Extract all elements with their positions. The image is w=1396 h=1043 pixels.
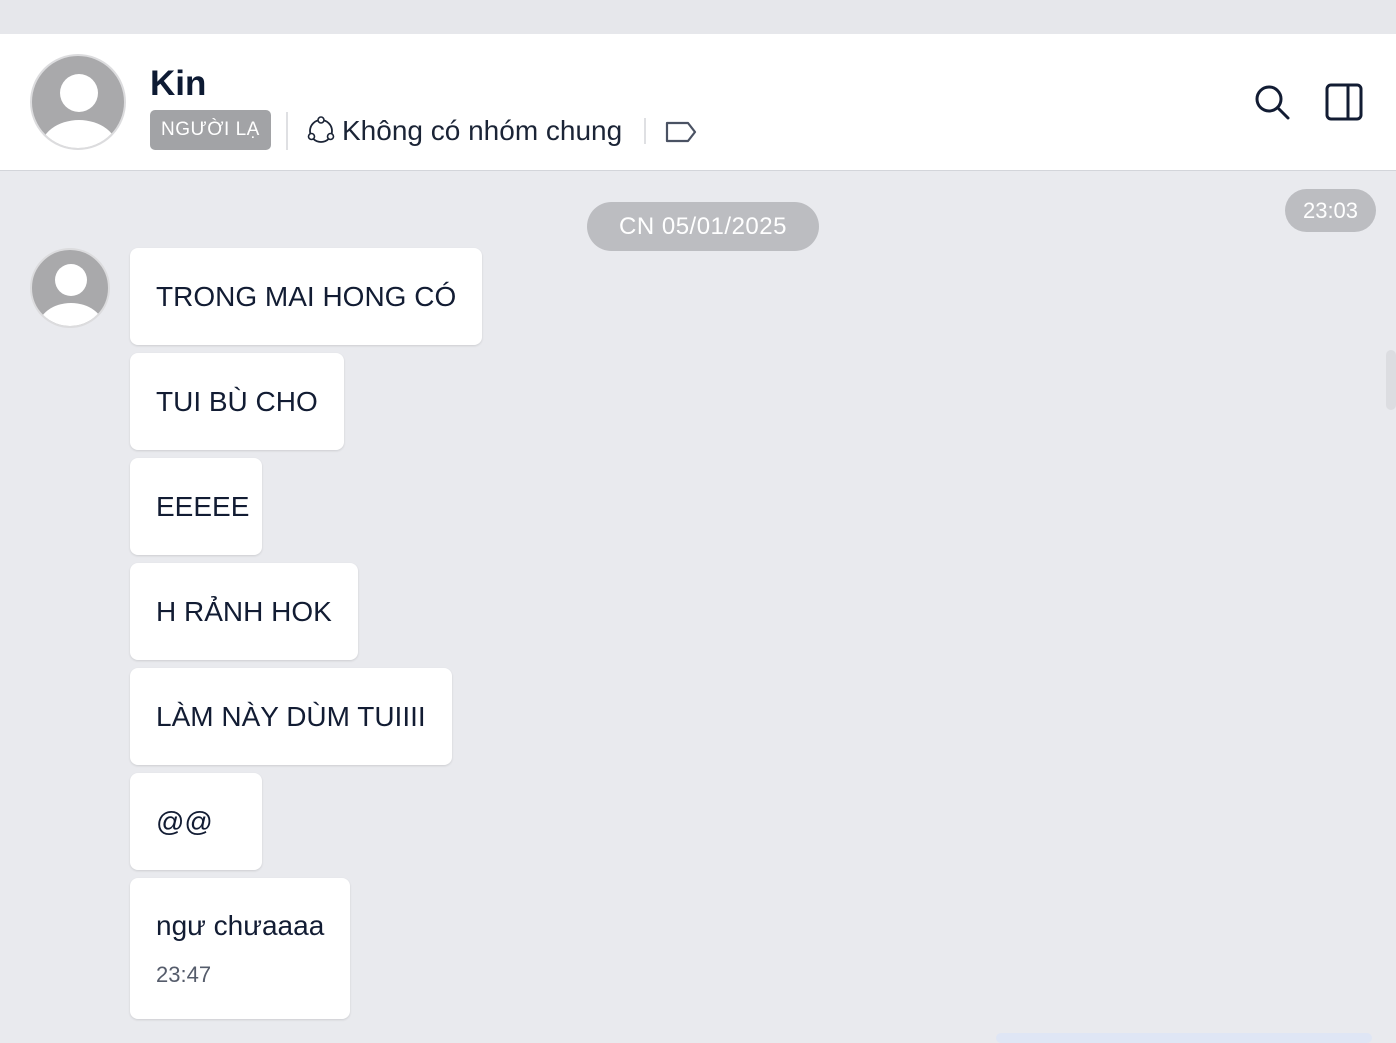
message-time: 23:47 [156, 962, 212, 987]
avatar-body [38, 303, 104, 326]
panel-toggle-icon[interactable] [1324, 82, 1364, 122]
contact-avatar[interactable] [30, 54, 126, 150]
stranger-badge: NGƯỜI LẠ [150, 110, 271, 150]
common-groups-label[interactable]: Không có nhóm chung [342, 114, 622, 148]
date-separator: CN 05/01/2025 [587, 202, 819, 251]
sender-avatar[interactable] [30, 248, 110, 328]
message-bubble[interactable]: EEEEE [130, 458, 262, 555]
message-bubble[interactable]: ngư chưaaaa 23:47 [130, 878, 351, 1019]
message-bubble[interactable]: TRONG MAI HONG CÓ [130, 248, 483, 345]
message-bubble[interactable]: TUI BÙ CHO [130, 353, 344, 450]
avatar-head [60, 74, 98, 112]
contact-name[interactable]: Kin [150, 64, 206, 104]
next-message-peek [996, 1033, 1372, 1043]
scrollbar-handle[interactable] [1386, 350, 1396, 410]
search-icon[interactable] [1252, 82, 1292, 122]
avatar-body [40, 120, 118, 148]
avatar-head [55, 264, 87, 296]
time-marker: 23:03 [1285, 189, 1376, 232]
top-strip [0, 0, 1396, 34]
message-bubble[interactable]: H RẢNH HOK [130, 563, 358, 660]
header-divider [286, 112, 288, 150]
message-bubble[interactable]: LÀM NÀY DÙM TUIIII [130, 668, 452, 765]
chat-header: Kin NGƯỜI LẠ Không có nhóm chung [0, 34, 1396, 171]
header-divider [644, 118, 646, 144]
tag-icon[interactable] [664, 120, 698, 144]
group-icon [307, 116, 335, 143]
message-text: ngư chưaaaa [156, 910, 325, 941]
message-bubble[interactable]: @@ [130, 773, 262, 870]
